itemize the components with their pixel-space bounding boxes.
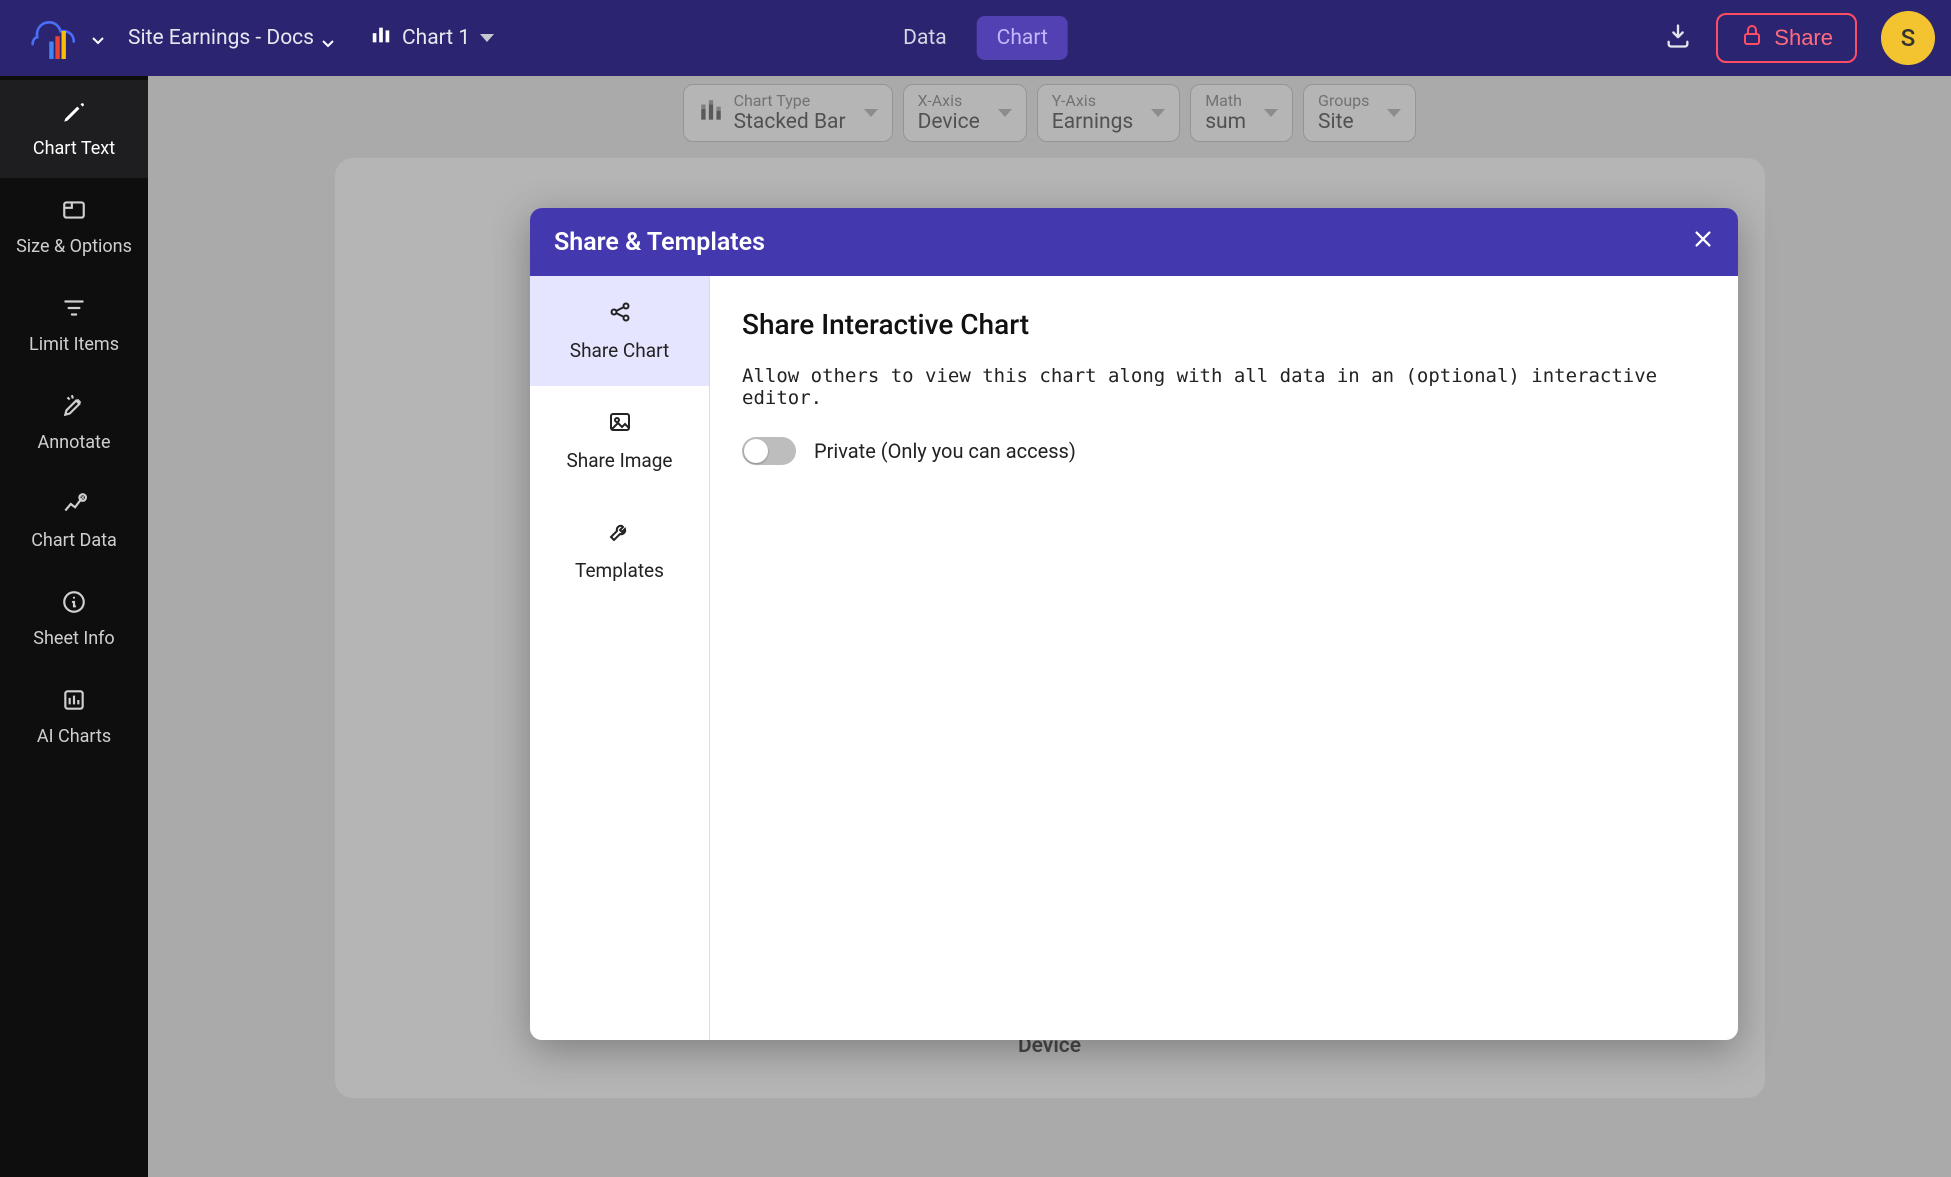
annotate-icon bbox=[61, 393, 87, 424]
pencil-icon bbox=[61, 99, 87, 130]
sidebar-item-label: Size & Options bbox=[16, 236, 132, 257]
sidebar-item-sheet-info[interactable]: Sheet Info bbox=[0, 570, 148, 668]
sidebar-item-ai-charts[interactable]: AI Charts bbox=[0, 668, 148, 766]
modal-panel-description: Allow others to view this chart along wi… bbox=[742, 365, 1706, 409]
wrench-icon bbox=[608, 520, 632, 549]
sidebar-item-label: Chart Text bbox=[33, 138, 115, 159]
sidebar-item-annotate[interactable]: Annotate bbox=[0, 374, 148, 472]
modal-main-panel: Share Interactive Chart Allow others to … bbox=[710, 276, 1738, 1040]
sidebar-item-label: Chart Data bbox=[31, 530, 117, 551]
privacy-toggle-label: Private (Only you can access) bbox=[814, 439, 1076, 463]
document-title-dropdown[interactable]: Site Earnings - Docs bbox=[128, 26, 334, 50]
dropdown-arrow-icon bbox=[480, 34, 494, 42]
tab-data[interactable]: Data bbox=[883, 16, 967, 60]
ai-charts-icon bbox=[61, 687, 87, 718]
sidebar-item-size-options[interactable]: Size & Options bbox=[0, 178, 148, 276]
lock-icon bbox=[1740, 23, 1764, 53]
chart-data-icon bbox=[61, 491, 87, 522]
avatar-initial: S bbox=[1901, 24, 1916, 52]
modal-tab-label: Share Chart bbox=[570, 339, 669, 362]
document-title: Site Earnings - Docs bbox=[128, 26, 314, 50]
toggle-knob bbox=[744, 439, 768, 463]
left-sidebar: Chart Text Size & Options Limit Items An… bbox=[0, 76, 148, 1177]
avatar[interactable]: S bbox=[1881, 11, 1935, 65]
modal-tab-share-image[interactable]: Share Image bbox=[530, 386, 709, 496]
sidebar-item-chart-data[interactable]: Chart Data bbox=[0, 472, 148, 570]
sidebar-item-label: Sheet Info bbox=[33, 628, 114, 649]
cloud-logo-icon bbox=[30, 10, 86, 66]
view-tabs: Data Chart bbox=[883, 16, 1068, 60]
modal-tab-label: Templates bbox=[575, 559, 664, 582]
header-actions: Share S bbox=[1664, 11, 1935, 65]
top-header: Site Earnings - Docs Chart 1 Data Chart … bbox=[0, 0, 1951, 76]
modal-tab-templates[interactable]: Templates bbox=[530, 496, 709, 606]
bar-chart-icon bbox=[370, 24, 392, 52]
modal-body: Share Chart Share Image Templates Share … bbox=[530, 276, 1738, 1040]
download-icon[interactable] bbox=[1664, 22, 1692, 54]
share-button[interactable]: Share bbox=[1716, 13, 1857, 63]
chevron-down-icon bbox=[322, 32, 334, 44]
share-button-label: Share bbox=[1774, 25, 1833, 51]
sidebar-item-label: AI Charts bbox=[37, 726, 111, 747]
aspect-ratio-icon bbox=[61, 197, 87, 228]
sidebar-item-chart-text[interactable]: Chart Text bbox=[0, 80, 148, 178]
close-icon bbox=[1692, 231, 1714, 256]
modal-title: Share & Templates bbox=[554, 228, 765, 257]
sidebar-item-label: Annotate bbox=[37, 432, 110, 453]
modal-sidebar: Share Chart Share Image Templates bbox=[530, 276, 710, 1040]
info-icon bbox=[61, 589, 87, 620]
privacy-toggle[interactable] bbox=[742, 437, 796, 465]
app-logo[interactable] bbox=[30, 10, 104, 66]
image-icon bbox=[608, 410, 632, 439]
modal-tab-share-chart[interactable]: Share Chart bbox=[530, 276, 709, 386]
modal-close-button[interactable] bbox=[1692, 228, 1714, 256]
share-icon bbox=[608, 300, 632, 329]
privacy-toggle-row: Private (Only you can access) bbox=[742, 437, 1706, 465]
chevron-down-icon bbox=[92, 32, 104, 44]
chart-picker-dropdown[interactable]: Chart 1 bbox=[370, 24, 494, 52]
tab-chart[interactable]: Chart bbox=[977, 16, 1068, 60]
modal-panel-heading: Share Interactive Chart bbox=[742, 308, 1706, 341]
sidebar-item-limit-items[interactable]: Limit Items bbox=[0, 276, 148, 374]
share-templates-modal: Share & Templates Share Chart Share Imag… bbox=[530, 208, 1738, 1040]
chart-picker-label: Chart 1 bbox=[402, 26, 470, 50]
modal-header: Share & Templates bbox=[530, 208, 1738, 276]
sidebar-item-label: Limit Items bbox=[29, 334, 119, 355]
filter-icon bbox=[61, 295, 87, 326]
modal-tab-label: Share Image bbox=[566, 449, 672, 472]
